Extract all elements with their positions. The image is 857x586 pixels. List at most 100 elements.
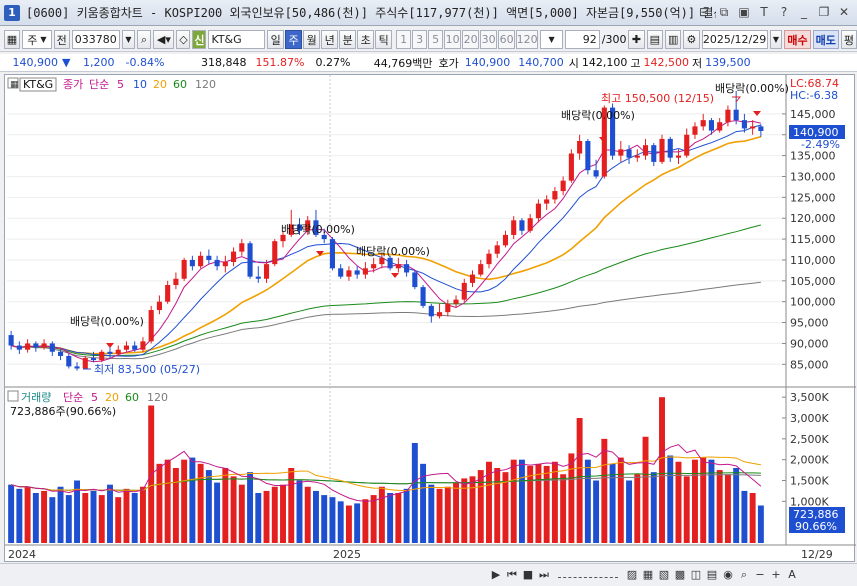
scroll-start-icon[interactable]: ⏮ — [504, 567, 520, 583]
period-select[interactable]: 주 ▼ — [22, 30, 52, 49]
volume-bar — [41, 490, 48, 543]
period-tab[interactable]: 주 — [285, 30, 303, 49]
zoom-tool-icon[interactable]: ▨ — [624, 567, 640, 583]
zoom-out-icon[interactable]: − — [752, 567, 768, 583]
volume-bar — [667, 455, 674, 543]
candle-body — [354, 270, 360, 275]
search-icon[interactable]: ⌕ — [136, 30, 152, 49]
buy-button[interactable]: 매수 — [784, 30, 811, 49]
stock-name-field[interactable]: KT&G — [208, 30, 266, 49]
crosshair-icon[interactable]: ✚ — [628, 30, 645, 49]
minute-dropdown[interactable]: ▼ — [540, 30, 564, 49]
eval-button[interactable]: 평 — [840, 30, 857, 49]
help-icon[interactable]: ? — [775, 4, 793, 21]
copy-window-icon[interactable]: ⧉ — [715, 4, 733, 21]
grid-menu-icon[interactable]: ▦ — [4, 30, 20, 49]
dividend-marker-label: 배당락(0.00%) — [281, 223, 355, 236]
restore-icon[interactable]: ❐ — [815, 4, 833, 21]
minute-option[interactable]: 60 — [498, 30, 516, 49]
layout-icon[interactable]: ▣ — [735, 4, 753, 21]
minute-option[interactable]: 30 — [480, 30, 498, 49]
date-input[interactable]: 2025/12/29 — [701, 30, 768, 49]
font-size-icon[interactable]: A — [784, 567, 800, 583]
code-dropdown-icon[interactable]: ▼ — [122, 30, 135, 49]
layout-icon[interactable]: ◫ — [688, 567, 704, 583]
text-tool-icon[interactable]: T — [755, 4, 773, 21]
volume-legend-ma-60[interactable]: 60 — [125, 391, 139, 404]
period-tab[interactable]: 분 — [339, 30, 357, 49]
camera-icon[interactable]: ◉ — [720, 567, 736, 583]
period-tab[interactable]: 일 — [267, 30, 285, 49]
scroll-slider[interactable] — [558, 572, 618, 578]
minute-option[interactable]: 5 — [428, 30, 444, 49]
volume-legend-collapse-icon[interactable] — [7, 390, 19, 402]
volume-legend-ma-5[interactable]: 5 — [91, 391, 98, 404]
volume-tick-label: 3,500K — [790, 391, 829, 404]
pattern-icon[interactable]: ▩ — [672, 567, 688, 583]
period-tab[interactable]: 틱 — [375, 30, 393, 49]
jeon-button[interactable]: 전 — [53, 30, 70, 49]
period-tab[interactable]: 월 — [303, 30, 321, 49]
price-tick-label: 105,000 — [790, 275, 836, 288]
volume-bar — [749, 493, 756, 543]
count-input[interactable]: 92 — [565, 30, 600, 49]
count-total: /300 — [601, 33, 627, 46]
scroll-right-icon[interactable]: ▶ — [488, 567, 504, 583]
legend-ma-5[interactable]: 5 — [117, 78, 124, 91]
volume-bar — [527, 465, 534, 543]
legend-ma-120[interactable]: 120 — [195, 78, 216, 91]
legend-ma-type[interactable]: 단순 — [89, 78, 109, 91]
search-icon[interactable]: ⌕ — [736, 567, 752, 583]
candle-body — [247, 243, 253, 277]
chart-type-icon[interactable]: ▤ — [704, 567, 720, 583]
candle-body — [272, 241, 278, 265]
stock-code-input[interactable]: 033780 — [71, 30, 121, 49]
legend-stock-name[interactable]: KT&G — [23, 78, 53, 91]
favorite-icon[interactable]: ◇ — [176, 30, 191, 49]
speaker-icon[interactable]: ◀▾ — [153, 30, 175, 49]
candle-body — [412, 272, 418, 288]
close-icon[interactable]: ✕ — [835, 4, 853, 21]
minute-option[interactable]: 120 — [516, 30, 539, 49]
period-tab[interactable]: 년 — [321, 30, 339, 49]
volume-bar — [172, 468, 179, 543]
gear-icon[interactable]: ⚙ — [683, 30, 700, 49]
legend-ma-60[interactable]: 60 — [173, 78, 187, 91]
volume-legend-ma-type[interactable]: 단순 — [63, 391, 83, 404]
sell-button[interactable]: 매도 — [812, 30, 839, 49]
volume-legend-name[interactable]: 거래량 — [21, 391, 51, 404]
open-label: 시 — [568, 56, 579, 70]
minute-option[interactable]: 20 — [462, 30, 480, 49]
candle-body — [519, 220, 525, 231]
zoom-in-icon[interactable]: + — [768, 567, 784, 583]
stop-icon[interactable]: ■ — [520, 567, 536, 583]
link-icon[interactable]: ⊟ — [695, 4, 713, 21]
volume-bar — [428, 484, 435, 543]
scroll-end-icon[interactable]: ⏭ — [536, 567, 552, 583]
minute-option[interactable]: 10 — [444, 30, 462, 49]
legend-ma-10[interactable]: 10 — [133, 78, 147, 91]
drawing-tool-icon[interactable]: ▦ — [640, 567, 656, 583]
volume-legend-ma-20[interactable]: 20 — [105, 391, 119, 404]
indicator-icon[interactable]: ▧ — [656, 567, 672, 583]
chart-area[interactable]: 145,000140,000135,000130,000125,000120,0… — [4, 74, 856, 563]
minimize-icon[interactable]: _ — [795, 4, 813, 21]
candle-body — [239, 243, 245, 252]
volume-axis: 3,500K 3,000K 2,500K 2,000K 1,500K 1,000K — [782, 391, 829, 508]
calendar-dropdown-icon[interactable]: ▼ — [769, 30, 783, 49]
candle-body — [107, 351, 113, 354]
period-tab[interactable]: 초 — [357, 30, 375, 49]
minute-option[interactable]: 1 — [396, 30, 412, 49]
chart-canvas[interactable]: 145,000140,000135,000130,000125,000120,0… — [5, 75, 856, 563]
volume-legend-ma-120[interactable]: 120 — [147, 391, 168, 404]
volume-bar — [321, 495, 328, 543]
save-icon[interactable]: ▥ — [665, 30, 682, 49]
volume-ratio: 151.87% — [255, 56, 305, 69]
candle-body — [445, 303, 451, 313]
legend-close-label[interactable]: 종가 — [63, 78, 83, 91]
volume-bar — [82, 493, 89, 543]
chart-settings-icon[interactable]: ▤ — [646, 30, 663, 49]
minute-option[interactable]: 3 — [412, 30, 428, 49]
legend-ma-20[interactable]: 20 — [153, 78, 167, 91]
candle-body — [420, 287, 426, 306]
